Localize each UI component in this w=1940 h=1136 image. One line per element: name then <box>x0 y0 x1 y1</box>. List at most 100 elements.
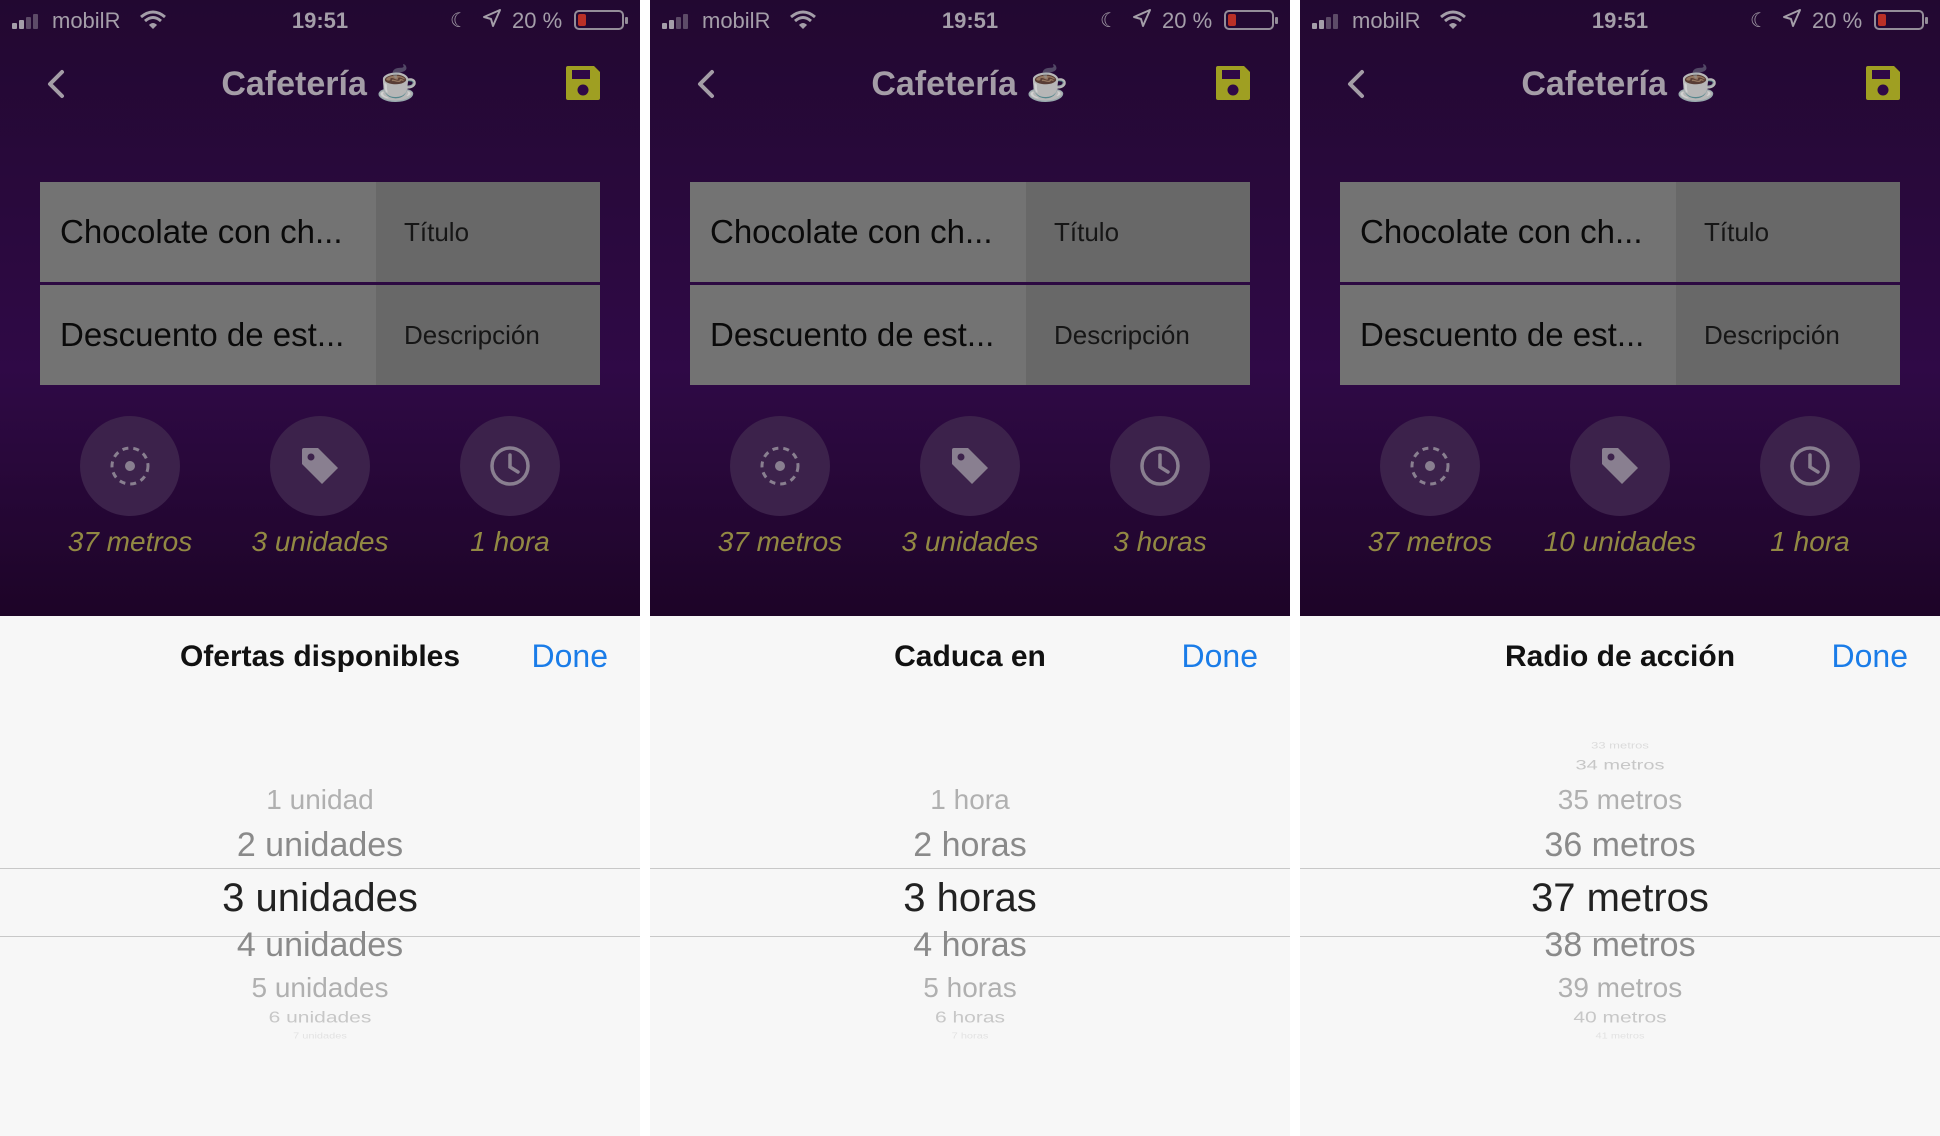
radius-setting[interactable]: 37 metros <box>1335 416 1525 558</box>
picker-option[interactable]: 1 unidad <box>0 784 640 816</box>
picker-option[interactable]: 33 metros <box>1300 740 1940 751</box>
picker-option[interactable]: 39 metros <box>1300 972 1940 1004</box>
picker-toolbar: Ofertas disponibles Done <box>0 616 640 704</box>
radius-button[interactable] <box>730 416 830 516</box>
title-value[interactable]: Chocolate con ch... <box>40 182 376 282</box>
radius-caption: 37 metros <box>717 526 843 557</box>
done-button[interactable]: Done <box>532 638 609 675</box>
description-field-row[interactable]: Descuento de est... Descripción <box>40 285 600 385</box>
picker-option[interactable]: 7 horas <box>650 1032 1290 1041</box>
page-title: Cafetería ☕ <box>221 65 419 103</box>
offer-settings: 37 metros 3 unidades <box>650 416 1290 566</box>
picker-option[interactable]: 1 hora <box>650 784 1290 816</box>
done-button[interactable]: Done <box>1182 638 1259 675</box>
picker-option[interactable]: 6 unidades <box>0 1009 640 1027</box>
selection-divider <box>1300 868 1940 869</box>
battery-percent: 20 % <box>512 8 563 33</box>
radius-setting[interactable]: 37 metros <box>685 416 875 558</box>
radius-caption: 37 metros <box>67 526 193 557</box>
picker-option[interactable]: 5 horas <box>650 972 1290 1004</box>
form-fields: Chocolate con ch... Título Descuento de … <box>690 182 1250 388</box>
description-label: Descripción <box>1676 285 1900 385</box>
description-field-row[interactable]: Descuento de est... Descripción <box>690 285 1250 385</box>
navigation-bar: Cafetería ☕ <box>1300 50 1940 120</box>
title-value[interactable]: Chocolate con ch... <box>690 182 1026 282</box>
do-not-disturb-icon: ☾ <box>450 10 468 32</box>
quantity-setting[interactable]: 10 unidades <box>1525 416 1715 558</box>
expiry-caption: 1 hora <box>1770 526 1850 557</box>
form-fields: Chocolate con ch... Título Descuento de … <box>1340 182 1900 388</box>
title-field-row[interactable]: Chocolate con ch... Título <box>690 182 1250 282</box>
quantity-caption: 3 unidades <box>251 526 389 557</box>
quantity-caption: 3 unidades <box>901 526 1039 557</box>
picker-option[interactable]: 34 metros <box>1300 757 1940 773</box>
picker-option[interactable]: 2 unidades <box>0 826 640 865</box>
radius-button[interactable] <box>80 416 180 516</box>
title-field-row[interactable]: Chocolate con ch... Título <box>1340 182 1900 282</box>
app-view: mobilR 19:51 ☾ 20 % Cafetería ☕ Chocolat… <box>0 0 640 616</box>
description-label: Descripción <box>376 285 600 385</box>
picker-option[interactable]: 38 metros <box>1300 926 1940 965</box>
done-button[interactable]: Done <box>1832 638 1909 675</box>
do-not-disturb-icon: ☾ <box>1100 10 1118 32</box>
expiry-button[interactable] <box>1760 416 1860 516</box>
target-icon <box>760 446 800 486</box>
expiry-button[interactable] <box>1110 416 1210 516</box>
selection-divider <box>650 868 1290 869</box>
quantity-button[interactable] <box>1570 416 1670 516</box>
picker-option[interactable]: 40 metros <box>1300 1009 1940 1027</box>
clock-icon <box>1790 446 1830 486</box>
quantity-setting[interactable]: 3 unidades <box>225 416 415 558</box>
picker-option[interactable]: 35 metros <box>1300 784 1940 816</box>
radius-button[interactable] <box>1380 416 1480 516</box>
picker-option[interactable]: 7 unidades <box>0 1032 640 1041</box>
picker-option-selected[interactable]: 37 metros <box>1300 876 1940 921</box>
picker-option[interactable]: 2 horas <box>650 826 1290 865</box>
radius-caption: 37 metros <box>1367 526 1493 557</box>
clock-icon <box>490 446 530 486</box>
save-floppy-icon[interactable] <box>1864 64 1902 102</box>
battery-percent: 20 % <box>1162 8 1213 33</box>
picker-option[interactable]: 36 metros <box>1300 826 1940 865</box>
radius-setting[interactable]: 37 metros <box>35 416 225 558</box>
battery-icon <box>1874 10 1928 30</box>
picker-option[interactable]: 4 horas <box>650 926 1290 965</box>
description-value[interactable]: Descuento de est... <box>690 285 1026 385</box>
location-icon <box>483 9 501 27</box>
description-label: Descripción <box>1026 285 1250 385</box>
picker-option[interactable]: 41 metros <box>1300 1032 1940 1041</box>
picker-option[interactable]: 6 horas <box>650 1009 1290 1027</box>
description-value[interactable]: Descuento de est... <box>1340 285 1676 385</box>
description-field-row[interactable]: Descuento de est... Descripción <box>1340 285 1900 385</box>
title-field-row[interactable]: Chocolate con ch... Título <box>40 182 600 282</box>
picker-option-selected[interactable]: 3 unidades <box>0 876 640 921</box>
expiry-button[interactable] <box>460 416 560 516</box>
picker-option[interactable]: 4 unidades <box>0 926 640 965</box>
phone-screen: mobilR 19:51 ☾ 20 % Cafetería ☕ Chocolat… <box>0 0 640 1136</box>
picker-option-selected[interactable]: 3 horas <box>650 876 1290 921</box>
expiry-caption: 3 horas <box>1113 526 1207 557</box>
title-value[interactable]: Chocolate con ch... <box>1340 182 1676 282</box>
save-floppy-icon[interactable] <box>564 64 602 102</box>
tag-icon <box>302 448 338 484</box>
picker-option[interactable]: 5 unidades <box>0 972 640 1004</box>
save-floppy-icon[interactable] <box>1214 64 1252 102</box>
battery-icon <box>1224 10 1278 30</box>
navigation-bar: Cafetería ☕ <box>650 50 1290 120</box>
quantity-button[interactable] <box>270 416 370 516</box>
location-icon <box>1133 9 1151 27</box>
status-bar: mobilR 19:51 ☾ 20 % <box>650 0 1290 40</box>
app-view: mobilR 19:51 ☾ 20 % Cafetería ☕ Chocolat… <box>650 0 1290 616</box>
form-fields: Chocolate con ch... Título Descuento de … <box>40 182 600 388</box>
battery-percent: 20 % <box>1812 8 1863 33</box>
quantity-setting[interactable]: 3 unidades <box>875 416 1065 558</box>
phone-screen: mobilR 19:51 ☾ 20 % Cafetería ☕ Chocolat… <box>1300 0 1940 1136</box>
expiry-setting[interactable]: 1 hora <box>1715 416 1905 558</box>
page-title: Cafetería ☕ <box>1521 65 1719 103</box>
description-value[interactable]: Descuento de est... <box>40 285 376 385</box>
selection-divider <box>0 868 640 869</box>
expiry-setting[interactable]: 3 horas <box>1065 416 1255 558</box>
expiry-setting[interactable]: 1 hora <box>415 416 605 558</box>
quantity-button[interactable] <box>920 416 1020 516</box>
expiry-caption: 1 hora <box>470 526 550 557</box>
